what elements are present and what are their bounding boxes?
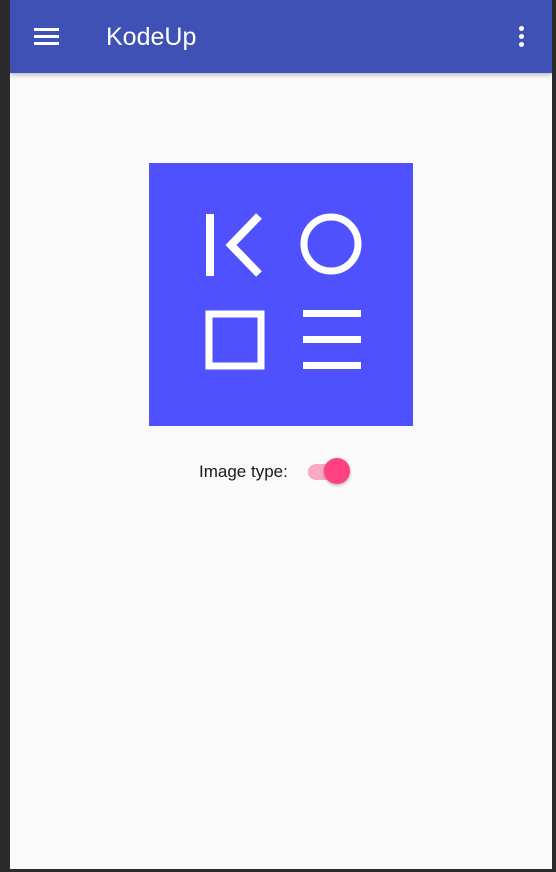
image-type-label: Image type: — [199, 462, 288, 481]
logo-e-bar-bottom — [303, 362, 361, 369]
app-title: KodeUp — [106, 23, 197, 51]
app-bar: KodeUp — [10, 0, 552, 73]
logo-square — [205, 310, 265, 370]
kodeup-logo — [149, 163, 413, 426]
logo-k-chevron — [225, 213, 262, 277]
logo-e-bar-middle — [303, 336, 361, 343]
image-type-switch[interactable] — [306, 456, 350, 488]
more-vert-icon[interactable] — [508, 20, 536, 54]
logo-e-bar-top — [303, 310, 361, 317]
logo-k-bar — [206, 214, 214, 276]
hamburger-menu-icon[interactable] — [30, 22, 64, 52]
app-screen: KodeUp Image type: — [10, 0, 552, 869]
image-type-row: Image type: — [199, 456, 350, 488]
switch-thumb — [323, 458, 350, 484]
logo-o-circle — [300, 213, 362, 275]
